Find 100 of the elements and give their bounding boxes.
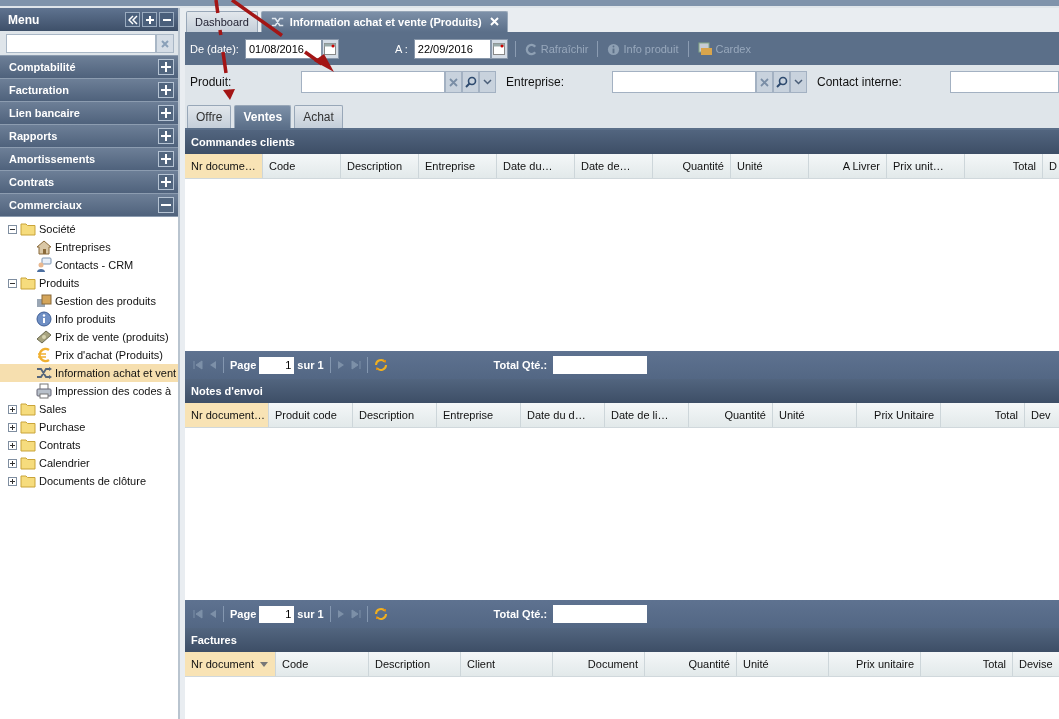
column-header[interactable]: Code [263, 154, 341, 178]
accordion-header[interactable]: Facturation [0, 78, 178, 101]
column-header[interactable]: Description [353, 403, 437, 427]
total-field[interactable] [553, 605, 648, 623]
euro-icon [36, 347, 52, 363]
column-header[interactable]: Dev [1025, 403, 1059, 427]
boxes-icon [36, 293, 52, 309]
column-header[interactable]: Total [921, 652, 1013, 676]
tree-item[interactable]: Impression des codes à [55, 385, 172, 397]
search-icon[interactable] [462, 71, 479, 94]
accordion-header[interactable]: Rapports [0, 124, 178, 147]
expand-toggle-icon[interactable] [8, 422, 17, 432]
column-header[interactable]: Prix unitaire [829, 652, 921, 676]
column-header[interactable]: Date du… [497, 154, 575, 178]
column-header[interactable]: Nr document [185, 652, 276, 676]
accordion-header[interactable]: Commerciaux [0, 193, 178, 216]
plus-icon[interactable] [158, 82, 174, 98]
column-header[interactable]: Unité [773, 403, 857, 427]
plus-icon[interactable] [158, 174, 174, 190]
column-header[interactable]: Unité [731, 154, 809, 178]
accordion-header[interactable]: Contrats [0, 170, 178, 193]
plus-icon[interactable] [158, 105, 174, 121]
column-header[interactable]: D [1043, 154, 1059, 178]
accordion-header[interactable]: Comptabilité [0, 55, 178, 78]
tab[interactable]: Ventes [234, 105, 292, 128]
column-header[interactable]: Date de li… [605, 403, 689, 427]
tree-item[interactable]: Entreprises [55, 241, 111, 253]
refresh-icon[interactable] [373, 607, 388, 621]
column-header[interactable]: Document [553, 652, 645, 676]
tab[interactable]: Information achat et vente (Produits) [260, 10, 508, 32]
tree-item[interactable]: Calendrier [39, 457, 90, 469]
accordion-label: Contrats [9, 176, 55, 188]
close-icon[interactable] [489, 17, 499, 27]
column-header[interactable]: Code [276, 652, 369, 676]
column-header[interactable]: Nr document… [185, 403, 269, 427]
tree-item[interactable]: Contacts - CRM [55, 259, 134, 271]
tree-item[interactable]: Info produits [55, 313, 116, 325]
minus-icon[interactable] [158, 197, 174, 213]
column-header[interactable]: Entreprise [419, 154, 497, 178]
expand-toggle-icon[interactable] [8, 404, 17, 414]
expand-toggle-icon[interactable] [8, 476, 17, 486]
column-header[interactable]: Produit code [269, 403, 353, 427]
to-date-label: A : [394, 43, 408, 56]
plus-icon[interactable] [158, 151, 174, 167]
column-header[interactable]: Quantité [653, 154, 731, 178]
column-header[interactable]: Total [941, 403, 1025, 427]
text-field[interactable] [949, 71, 1059, 94]
column-header[interactable]: A Livrer [809, 154, 887, 178]
tree-item[interactable]: Sales [39, 403, 67, 415]
tab[interactable]: Achat [294, 105, 343, 128]
collapse-toggle-icon[interactable] [8, 224, 17, 234]
column-header[interactable]: Prix unit… [887, 154, 965, 178]
plus-icon[interactable] [158, 59, 174, 75]
column-header[interactable]: Description [341, 154, 419, 178]
column-header[interactable]: Quantité [689, 403, 773, 427]
tab[interactable]: Offre [187, 105, 232, 128]
column-header[interactable]: Nr docume… [185, 154, 263, 178]
tree-item[interactable]: Produits [39, 277, 80, 289]
tab[interactable]: Dashboard [186, 10, 258, 32]
collapse-icon[interactable] [125, 12, 140, 27]
search-icon[interactable] [773, 71, 791, 94]
page-number-field[interactable]: 1 [259, 356, 295, 374]
expand-toggle-icon[interactable] [8, 458, 17, 468]
card-file-icon [697, 42, 713, 57]
column-header[interactable]: Devise [1013, 652, 1059, 676]
expand-all-icon[interactable] [142, 12, 157, 27]
tree-item[interactable]: Prix de vente (produits) [55, 331, 169, 343]
combo-field[interactable] [612, 71, 757, 94]
column-header[interactable]: Entreprise [437, 403, 521, 427]
refresh-icon [524, 42, 538, 56]
tree-item[interactable]: Société [39, 223, 76, 235]
tree-item[interactable]: Contrats [39, 439, 81, 451]
column-header[interactable]: Prix Unitaire [857, 403, 941, 427]
collapse-toggle-icon[interactable] [8, 278, 17, 288]
tree-item[interactable]: Gestion des produits [55, 295, 156, 307]
refresh-icon[interactable] [373, 358, 388, 372]
person-icon [36, 257, 52, 273]
tree-item[interactable]: Documents de clôture [39, 475, 146, 487]
expand-toggle-icon[interactable] [8, 440, 17, 450]
to-date-field[interactable]: 22/09/2016 [413, 39, 491, 60]
total-field[interactable] [553, 356, 648, 374]
accordion-header[interactable]: Amortissements [0, 147, 178, 170]
column-header[interactable]: Unité [737, 652, 829, 676]
column-header[interactable]: Date du d… [521, 403, 605, 427]
plus-icon[interactable] [158, 128, 174, 144]
combo-field[interactable] [301, 71, 445, 94]
tree-item[interactable]: Prix d'achat (Produits) [55, 349, 163, 361]
page-number-field[interactable]: 1 [259, 605, 295, 623]
from-date-field[interactable]: 01/08/2016 [244, 39, 322, 60]
column-header[interactable]: Date de… [575, 154, 653, 178]
column-header[interactable]: Client [461, 652, 553, 676]
collapse-all-icon[interactable] [159, 12, 174, 27]
accordion-header[interactable]: Lien bancaire [0, 101, 178, 124]
column-header[interactable]: Quantité [645, 652, 737, 676]
column-header[interactable]: Total [965, 154, 1043, 178]
menu-search-field[interactable] [6, 34, 156, 53]
column-header[interactable]: Description [369, 652, 461, 676]
accordion-label: Commerciaux [9, 199, 82, 211]
tree-item[interactable]: Purchase [39, 421, 86, 433]
page-count: sur 1 [297, 359, 324, 371]
